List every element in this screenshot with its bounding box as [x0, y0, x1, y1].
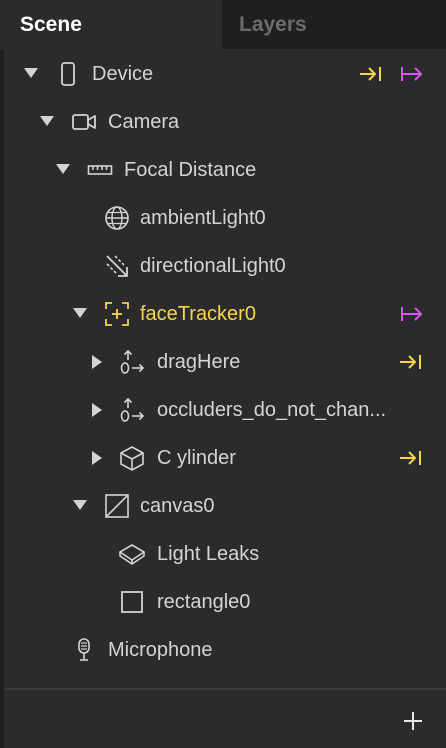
tree-row-canvas0[interactable]: canvas0	[0, 482, 446, 530]
export-magenta-icon[interactable]	[398, 62, 424, 86]
plus-icon[interactable]	[402, 710, 424, 732]
null-object-icon	[119, 397, 145, 423]
canvas-icon	[104, 493, 130, 519]
tree-row-light-leaks[interactable]: Light Leaks	[0, 530, 446, 578]
tree-label: dragHere	[157, 351, 241, 373]
tree-label: Camera	[108, 111, 180, 133]
ruler-icon	[87, 157, 113, 183]
export-magenta-icon[interactable]	[398, 302, 424, 326]
microphone-icon	[71, 637, 97, 663]
footer-divider	[4, 688, 446, 690]
tree-label: canvas0	[140, 495, 215, 517]
export-yellow-icon[interactable]	[398, 446, 424, 470]
tree-row-cylinder[interactable]: C ylinder	[0, 434, 446, 482]
tree-label: Device	[92, 63, 154, 85]
tree-label: Microphone	[108, 639, 213, 661]
tab-scene[interactable]: Scene	[0, 0, 222, 49]
tree-row-microphone[interactable]: Microphone	[0, 626, 446, 674]
tree-row-facetracker0[interactable]: faceTracker0	[0, 290, 446, 338]
tree-label: ambientLight0	[140, 207, 266, 229]
plane-icon	[119, 541, 145, 567]
expand-caret-icon[interactable]	[40, 116, 54, 126]
tree-label: faceTracker0	[140, 303, 256, 325]
export-yellow-icon[interactable]	[398, 350, 424, 374]
camera-icon	[71, 109, 97, 135]
tree-row-ambientlight0[interactable]: ambientLight0	[0, 194, 446, 242]
collapse-caret-icon[interactable]	[92, 403, 102, 417]
tree-label: Light Leaks	[157, 543, 260, 565]
collapse-caret-icon[interactable]	[92, 355, 102, 369]
expand-caret-icon[interactable]	[24, 68, 38, 78]
expand-caret-icon[interactable]	[73, 500, 87, 510]
cube-icon	[119, 445, 145, 471]
tree-label: rectangle0	[157, 591, 251, 613]
tree-label: occluders_do_not_chan...	[157, 399, 387, 421]
directional-light-icon	[104, 253, 130, 279]
globe-light-icon	[104, 205, 130, 231]
tree-row-draghere[interactable]: dragHere	[0, 338, 446, 386]
tree-label: C ylinder	[157, 447, 236, 469]
tree-row-focal-distance[interactable]: Focal Distance	[0, 146, 446, 194]
tree-row-occluders[interactable]: occluders_do_not_chan...	[0, 386, 446, 434]
export-yellow-icon[interactable]	[358, 62, 384, 86]
panel-tabs: Scene Layers	[0, 0, 446, 49]
phone-icon	[55, 61, 81, 87]
tree-row-device[interactable]: Device	[0, 50, 446, 98]
tab-layers[interactable]: Layers	[222, 0, 446, 49]
expand-caret-icon[interactable]	[56, 164, 70, 174]
tree-label: directionalLight0	[140, 255, 286, 277]
tree-label: Focal Distance	[124, 159, 257, 181]
tree-row-camera[interactable]: Camera	[0, 98, 446, 146]
rectangle-icon	[119, 589, 145, 615]
collapse-caret-icon[interactable]	[92, 451, 102, 465]
tree-row-rectangle0[interactable]: rectangle0	[0, 578, 446, 626]
expand-caret-icon[interactable]	[73, 308, 87, 318]
tree-row-directionallight0[interactable]: directionalLight0	[0, 242, 446, 290]
face-tracker-icon	[104, 301, 130, 327]
null-object-icon	[119, 349, 145, 375]
